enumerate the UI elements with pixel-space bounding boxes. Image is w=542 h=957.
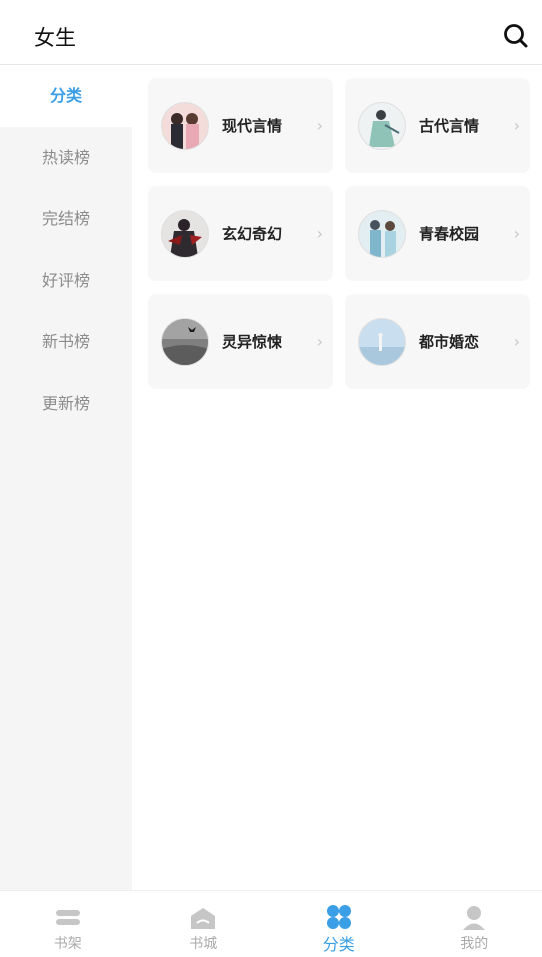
chevron-right-icon: ›: [317, 332, 323, 351]
tab-bookshelf[interactable]: 书架: [0, 891, 136, 957]
category-cover: [358, 318, 406, 366]
top-bar: 女生: [0, 0, 542, 65]
tab-label: 分类: [271, 931, 407, 955]
chevron-right-icon: ›: [514, 116, 520, 135]
tab-label: 我的: [407, 933, 542, 953]
category-label: 玄幻奇幻: [222, 223, 282, 244]
category-card-urban-marriage[interactable]: 都市婚恋 ›: [345, 294, 530, 389]
category-card-supernatural-thriller[interactable]: 灵异惊悚 ›: [148, 294, 333, 389]
category-label: 古代言情: [419, 115, 479, 136]
category-label: 现代言情: [222, 115, 282, 136]
category-label: 灵异惊悚: [222, 331, 282, 352]
sidebar-item-completed[interactable]: 完结榜: [0, 188, 132, 250]
sidebar-item-recently-updated[interactable]: 更新榜: [0, 373, 132, 435]
category-cover: [161, 102, 209, 150]
sidebar-item-new-books[interactable]: 新书榜: [0, 311, 132, 373]
bookstore-icon: [189, 903, 217, 931]
category-card-modern-romance[interactable]: 现代言情 ›: [148, 78, 333, 173]
sidebar-item-top-rated[interactable]: 好评榜: [0, 250, 132, 312]
category-cover: [161, 210, 209, 258]
user-icon: [460, 903, 488, 931]
category-label: 青春校园: [419, 223, 479, 244]
chevron-right-icon: ›: [317, 116, 323, 135]
category-sidebar: 分类 热读榜 完结榜 好评榜 新书榜 更新榜: [0, 65, 132, 890]
search-icon: [502, 22, 530, 50]
sidebar-item-hot-reading[interactable]: 热读榜: [0, 127, 132, 189]
category-card-fantasy[interactable]: 玄幻奇幻 ›: [148, 186, 333, 281]
sidebar-item-category[interactable]: 分类: [0, 65, 132, 127]
category-grid-icon: [325, 903, 353, 931]
tab-label: 书架: [0, 933, 136, 953]
chevron-right-icon: ›: [317, 224, 323, 243]
search-button[interactable]: [502, 22, 530, 50]
category-label: 都市婚恋: [419, 331, 479, 352]
category-card-ancient-romance[interactable]: 古代言情 ›: [345, 78, 530, 173]
category-cover: [358, 210, 406, 258]
chevron-right-icon: ›: [514, 332, 520, 351]
tab-profile[interactable]: 我的: [407, 891, 542, 957]
bottom-tab-bar: 书架 书城 分类 我的: [0, 890, 542, 957]
bookshelf-icon: [54, 903, 82, 931]
category-card-campus[interactable]: 青春校园 ›: [345, 186, 530, 281]
category-cover: [358, 102, 406, 150]
page-title: 女生: [34, 22, 76, 52]
category-cover: [161, 318, 209, 366]
chevron-right-icon: ›: [514, 224, 520, 243]
tab-label: 书城: [136, 933, 272, 953]
tab-category[interactable]: 分类: [271, 891, 407, 957]
tab-bookstore[interactable]: 书城: [136, 891, 272, 957]
